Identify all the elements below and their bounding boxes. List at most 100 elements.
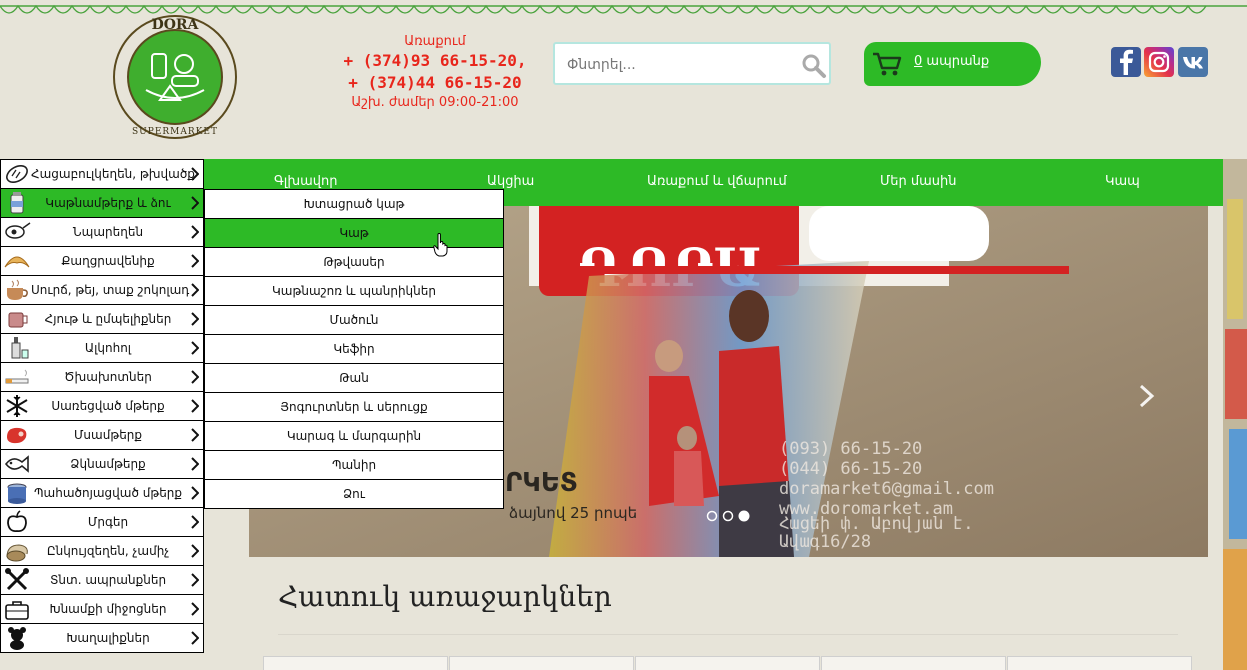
category-item-frozen[interactable]: Սառեցված մթերք (0, 392, 204, 421)
search-input[interactable] (565, 53, 799, 77)
nav-item-contact[interactable]: Կապ (1105, 174, 1140, 189)
nav-item-sale[interactable]: Ակցիա (487, 174, 534, 189)
vk-icon[interactable] (1178, 47, 1208, 77)
chevron-right-icon (191, 225, 199, 239)
slide-dot-3[interactable] (738, 510, 750, 522)
category-item-bakery[interactable]: Հացաբուլկեղեն, թխվածք (0, 159, 204, 189)
delivery-label: Առաքում (404, 34, 466, 49)
submenu-item-matsun[interactable]: Մածուն (204, 306, 504, 335)
contact-info: Առաքում + (374)93 66-15-20, + (374)44 66… (330, 34, 540, 112)
section-divider (278, 634, 1178, 635)
category-label: Մրգեր (87, 515, 129, 529)
hero-promo-text: ՐԿԵՏ (505, 468, 578, 498)
instagram-icon[interactable] (1144, 47, 1174, 77)
category-label: Պահածոյացված մթերք (33, 486, 183, 500)
submenu-item-milk[interactable]: Կաթ (204, 219, 504, 248)
chevron-right-icon (191, 428, 199, 442)
coffee-icon (7, 279, 28, 300)
phone-2[interactable]: + (374)44 66-15-20 (330, 72, 540, 94)
category-item-meat[interactable]: Մսամթերք (0, 421, 204, 450)
category-label: Սառեցված մթերք (51, 399, 165, 413)
chevron-right-icon (191, 573, 199, 587)
category-label: Ալկոհոլ (84, 341, 132, 355)
cigarette-icon (5, 369, 29, 384)
chevron-right-icon (191, 312, 199, 326)
category-item-dairy[interactable]: Կաթնամթերք և ձու (0, 189, 204, 218)
category-label: Քաղցրավենիք (61, 254, 155, 268)
nav-item-delivery[interactable]: Առաքում և վճարում (647, 174, 787, 189)
toy-icon (8, 627, 26, 650)
category-label: Ընկույզեղեն, չամիչ (46, 544, 170, 558)
category-label: Խնամքի միջոցներ (49, 602, 167, 616)
category-item-nuts[interactable]: Ընկույզեղեն, չամիչ (0, 537, 204, 566)
category-item-coffee-tea[interactable]: Սուրճ, թեյ, տաք շոկոլադ (0, 276, 204, 305)
hero-address-2: Ավագ16/28 (779, 532, 871, 552)
search-icon[interactable] (801, 53, 827, 79)
category-item-canned[interactable]: Պահածոյացված մթերք (0, 479, 204, 508)
category-label: Տնտ. ապրանքներ (49, 573, 167, 587)
category-item-cigarettes[interactable]: Ծխախոտներ (0, 363, 204, 392)
submenu-item-cottage-cheese[interactable]: Կաթնաշոռ և պանրիկներ (204, 277, 504, 306)
category-item-fish[interactable]: Ձկնամթերք (0, 450, 204, 479)
category-label: Հյութ և ըմպելիքներ (44, 312, 172, 326)
chevron-right-icon (191, 341, 199, 355)
search-box (553, 42, 831, 85)
offer-card[interactable] (449, 656, 634, 670)
snowflake-icon (6, 395, 28, 417)
hero-phone-1: (093) 66-15-20 (779, 439, 922, 459)
category-item-toys[interactable]: Խաղալիքներ (0, 624, 204, 653)
offer-card[interactable] (821, 656, 1006, 670)
submenu-item-eggs[interactable]: Ձու (204, 480, 504, 509)
submenu-item-butter[interactable]: Կարագ և մարգարին (204, 422, 504, 451)
category-label: Ձկնամթերք (70, 457, 146, 471)
milk-icon (10, 192, 24, 214)
phone-1[interactable]: + (374)93 66-15-20, (330, 50, 540, 72)
chevron-right-icon (191, 399, 199, 413)
cart-button[interactable]: 0 ապրանք (864, 42, 1041, 86)
cart-text: ապրանք (926, 54, 990, 69)
category-item-household[interactable]: Տնտ. ապրանքներ (0, 566, 204, 595)
logo-text-bottom: SUPERMARKET (132, 127, 218, 137)
juice-icon (8, 312, 28, 328)
offer-card[interactable] (1007, 656, 1192, 670)
submenu-item-condensed-milk[interactable]: Խտացրած կաթ (204, 189, 504, 219)
hero-address-1: Հացեի փ. Աբովյան է. (779, 514, 973, 534)
category-label: Ծխախոտներ (64, 370, 152, 384)
submenu-item-tan[interactable]: Թան (204, 364, 504, 393)
category-label: Կաթնամթերք և ձու (45, 196, 171, 210)
chevron-right-icon (191, 370, 199, 384)
category-item-sweets[interactable]: Քաղցրավենիք (0, 247, 204, 276)
chevron-right-icon (191, 196, 199, 210)
bread-icon (6, 165, 28, 183)
special-offers-title: Հատուկ առաջարկներ (278, 580, 612, 613)
nuts-icon (6, 544, 28, 562)
tools-icon (5, 568, 29, 591)
chevron-right-icon (191, 457, 199, 471)
cart-label[interactable]: 0 ապրանք (914, 54, 989, 69)
submenu-item-kefir[interactable]: Կեֆիր (204, 335, 504, 364)
hero-promo-subtext: ձայնով 25 րոպե (509, 504, 637, 522)
nav-item-about[interactable]: Մեր մասին (880, 174, 957, 189)
offer-card[interactable] (263, 656, 448, 670)
offer-card[interactable] (635, 656, 820, 670)
category-label: Սուրճ, թեյ, տաք շոկոլադ (31, 283, 190, 297)
grocery-icon (5, 222, 31, 239)
category-label: Մսամթերք (73, 428, 143, 442)
chevron-right-icon (191, 631, 199, 645)
category-item-juice[interactable]: Հյութ և ըմպելիքներ (0, 305, 204, 334)
category-item-alcohol[interactable]: Ալկոհոլ (0, 334, 204, 363)
submenu-item-yogurt-cream[interactable]: Յոգուրտներ և սերուցք (204, 393, 504, 422)
category-menu: Հացաբուլկեղեն, թխվածք Կաթնամթերք և ձու Ն… (0, 159, 204, 653)
nav-item-home[interactable]: Գլխավոր (274, 174, 337, 189)
care-icon (5, 601, 29, 620)
submenu-item-cheese[interactable]: Պանիր (204, 451, 504, 480)
category-item-grocery[interactable]: Նպարեղեն (0, 218, 204, 247)
facebook-icon[interactable] (1111, 47, 1141, 77)
submenu-item-sour-cream[interactable]: Թթվասեր (204, 248, 504, 277)
cart-count: 0 (914, 54, 923, 69)
working-hours: Աշխ. ժամեր 09:00-21:00 (351, 95, 519, 110)
meat-icon (7, 427, 27, 444)
dora-supermarket-logo[interactable]: DORA SUPERMARKET (112, 14, 238, 140)
category-item-fruits[interactable]: Մրգեր (0, 508, 204, 537)
category-item-personal-care[interactable]: Խնամքի միջոցներ (0, 595, 204, 624)
